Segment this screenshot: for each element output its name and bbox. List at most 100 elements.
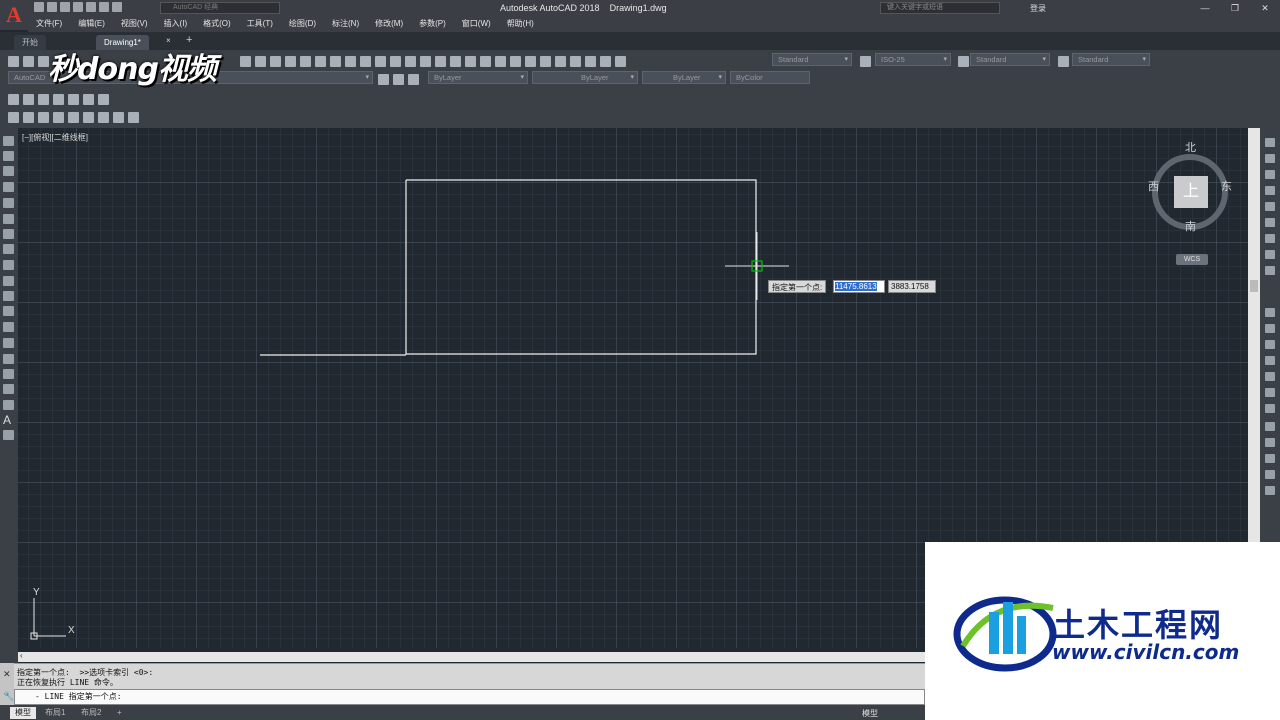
color-select[interactable]: ByLayer ▾ bbox=[428, 71, 528, 84]
orbit-icon[interactable] bbox=[98, 93, 109, 105]
mirror-icon[interactable] bbox=[1265, 170, 1275, 179]
add-selected-icon[interactable] bbox=[3, 430, 14, 440]
close-command-icon[interactable]: ✕ bbox=[3, 669, 11, 680]
zoom-window-icon[interactable] bbox=[495, 55, 506, 67]
copy-object-icon[interactable] bbox=[1265, 154, 1275, 163]
bring-text-front-icon[interactable] bbox=[1265, 486, 1275, 495]
redo-tool-icon[interactable] bbox=[450, 55, 461, 67]
polygon-icon[interactable] bbox=[3, 182, 14, 192]
dim-style-select[interactable]: ISO-25 ▾ bbox=[875, 53, 951, 66]
minimize-icon[interactable]: — bbox=[1190, 0, 1220, 16]
print-icon[interactable] bbox=[300, 55, 311, 67]
brush-icon[interactable] bbox=[420, 55, 431, 67]
3d-print-icon[interactable] bbox=[345, 55, 356, 67]
quickcalc-icon[interactable] bbox=[600, 55, 611, 67]
break-icon[interactable] bbox=[1265, 340, 1275, 349]
scale-text-icon[interactable] bbox=[98, 111, 109, 123]
join-icon[interactable] bbox=[1265, 356, 1275, 365]
view-iso-icon[interactable] bbox=[68, 93, 79, 105]
new-file-icon[interactable] bbox=[34, 2, 44, 12]
spline-icon[interactable] bbox=[3, 260, 14, 270]
open-file-icon[interactable] bbox=[47, 2, 57, 12]
plotstyle-select[interactable]: ByColor bbox=[730, 71, 810, 84]
zoom-previous-icon[interactable] bbox=[510, 55, 521, 67]
plot-icon[interactable] bbox=[86, 2, 96, 12]
hatch-icon[interactable] bbox=[3, 354, 14, 364]
explode-icon[interactable] bbox=[1265, 404, 1275, 413]
ellipse-arc-icon[interactable] bbox=[3, 291, 14, 301]
tab-model[interactable]: 模型 bbox=[10, 707, 36, 719]
erase-icon[interactable] bbox=[1265, 138, 1275, 147]
menu-edit[interactable]: 编辑(E) bbox=[70, 16, 113, 32]
dynamic-input-x-field[interactable]: 11475.8613 bbox=[833, 280, 885, 293]
edit-text-icon[interactable] bbox=[38, 111, 49, 123]
trim-icon[interactable] bbox=[1265, 308, 1275, 317]
point-icon[interactable] bbox=[3, 338, 14, 348]
pan-icon[interactable] bbox=[465, 55, 476, 67]
fillet-icon[interactable] bbox=[1265, 388, 1275, 397]
offset-icon[interactable] bbox=[1265, 186, 1275, 195]
cut-icon[interactable] bbox=[360, 55, 371, 67]
properties-icon[interactable] bbox=[525, 55, 536, 67]
layer-previous-icon[interactable] bbox=[393, 73, 404, 85]
publish-icon[interactable] bbox=[330, 55, 341, 67]
menu-window[interactable]: 窗口(W) bbox=[454, 16, 499, 32]
dim-style-icon[interactable] bbox=[860, 56, 871, 67]
login-button[interactable]: 登录 bbox=[1030, 3, 1046, 14]
menu-file[interactable]: 文件(F) bbox=[28, 16, 70, 32]
rectangle-icon[interactable] bbox=[3, 198, 14, 208]
qnew-icon[interactable] bbox=[8, 55, 19, 67]
matchprop-icon[interactable] bbox=[240, 55, 251, 67]
menu-view[interactable]: 视图(V) bbox=[113, 16, 156, 32]
layer-state-icon[interactable] bbox=[408, 73, 419, 85]
help-icon[interactable] bbox=[285, 55, 296, 67]
tab-layout2[interactable]: 布局2 bbox=[76, 707, 106, 719]
region-icon[interactable] bbox=[3, 384, 14, 394]
zoom-realtime-icon[interactable] bbox=[480, 55, 491, 67]
arc-icon[interactable] bbox=[3, 214, 14, 224]
markup-icon[interactable] bbox=[585, 55, 596, 67]
draworder-above-icon[interactable] bbox=[1265, 454, 1275, 463]
tab-layout1[interactable]: 布局1 bbox=[40, 707, 70, 719]
ucs-world-icon[interactable] bbox=[83, 93, 94, 105]
paste-icon[interactable] bbox=[390, 55, 401, 67]
viewcube[interactable]: 上 北 南 东 西 WCS bbox=[1146, 138, 1246, 265]
viewcube-top-face[interactable]: 上 bbox=[1174, 176, 1208, 208]
sheet-set-icon[interactable] bbox=[570, 55, 581, 67]
block-icon[interactable] bbox=[255, 55, 266, 67]
stretch-icon[interactable] bbox=[1265, 266, 1275, 275]
lineweight-select[interactable]: ByLayer ▾ bbox=[642, 71, 726, 84]
match-icon[interactable] bbox=[405, 55, 416, 67]
scroll-thumb[interactable] bbox=[1250, 280, 1258, 292]
tool-palettes-icon[interactable] bbox=[555, 55, 566, 67]
move-icon[interactable] bbox=[1265, 218, 1275, 227]
scale-icon[interactable] bbox=[1265, 250, 1275, 259]
view-front-icon[interactable] bbox=[23, 93, 34, 105]
spell-check-icon[interactable] bbox=[68, 111, 79, 123]
menu-help[interactable]: 帮助(H) bbox=[499, 16, 542, 32]
menu-tools[interactable]: 工具(T) bbox=[239, 16, 281, 32]
menu-insert[interactable]: 插入(I) bbox=[156, 16, 196, 32]
mleader-style-select[interactable]: Standard ▾ bbox=[1072, 53, 1150, 66]
open-icon[interactable] bbox=[23, 55, 34, 67]
text-style-icon[interactable] bbox=[615, 55, 626, 67]
menu-modify[interactable]: 修改(M) bbox=[367, 16, 411, 32]
mtext-icon[interactable] bbox=[8, 111, 19, 123]
preview-icon[interactable] bbox=[315, 55, 326, 67]
layer-current-icon[interactable] bbox=[378, 73, 389, 85]
circle-icon[interactable] bbox=[3, 229, 14, 239]
command-line-handle[interactable]: ✕ 🔧 bbox=[0, 663, 14, 705]
polyline-icon[interactable] bbox=[3, 166, 14, 176]
table-style-select[interactable]: Standard ▾ bbox=[970, 53, 1050, 66]
line-icon[interactable] bbox=[3, 136, 14, 146]
menu-draw[interactable]: 绘图(D) bbox=[281, 16, 324, 32]
scroll-left-icon[interactable]: ‹ bbox=[20, 651, 23, 660]
search-input[interactable]: 键入关键字或短语 bbox=[880, 2, 1000, 14]
table-icon[interactable] bbox=[3, 400, 14, 410]
chamfer-icon[interactable] bbox=[1265, 372, 1275, 381]
undo-tool-icon[interactable] bbox=[435, 55, 446, 67]
compass-east[interactable]: 东 bbox=[1221, 178, 1232, 194]
draworder-under-icon[interactable] bbox=[1265, 470, 1275, 479]
save-icon[interactable] bbox=[60, 2, 70, 12]
autocad-logo[interactable]: A bbox=[0, 0, 28, 30]
